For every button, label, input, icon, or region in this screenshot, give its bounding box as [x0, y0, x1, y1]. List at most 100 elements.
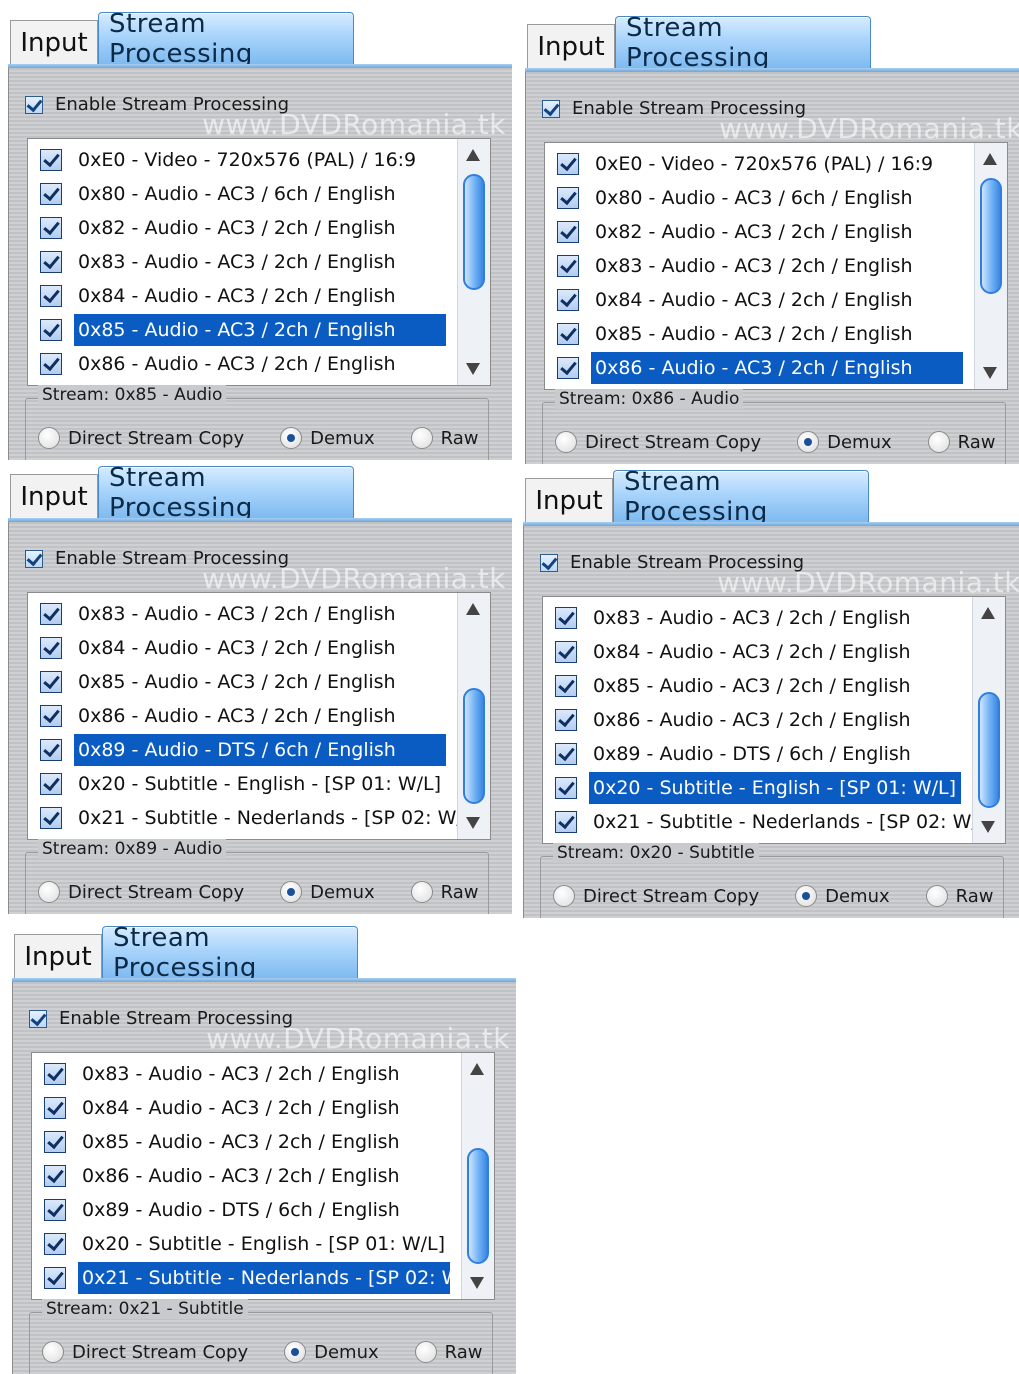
checkbox-checked-icon[interactable]: [557, 255, 579, 277]
checkbox-checked-icon[interactable]: [44, 1165, 66, 1187]
list-item[interactable]: 0x86 - Audio - AC3 / 2ch / English: [28, 699, 452, 733]
vertical-scrollbar[interactable]: [457, 593, 490, 839]
vertical-scrollbar[interactable]: [457, 139, 490, 385]
enable-stream-processing-checkbox[interactable]: Enable Stream Processing: [25, 548, 289, 569]
checkbox-checked-icon[interactable]: [557, 187, 579, 209]
tab-input[interactable]: Input: [525, 478, 613, 522]
list-item[interactable]: 0x86 - Audio - AC3 / 2ch / English: [32, 1159, 456, 1193]
list-item[interactable]: 0x84 - Audio - AC3 / 2ch / English: [32, 1091, 456, 1125]
list-item[interactable]: 0x80 - Audio - AC3 / 6ch / English: [28, 177, 452, 211]
list-item[interactable]: 0xE0 - Video - 720x576 (PAL) / 16:9: [28, 143, 452, 177]
checkbox-checked-icon[interactable]: [557, 153, 579, 175]
scrollbar-thumb[interactable]: [978, 692, 1000, 808]
checkbox-checked-icon[interactable]: [25, 549, 43, 568]
radio-raw[interactable]: [414, 1341, 437, 1363]
checkbox-checked-icon[interactable]: [40, 285, 62, 307]
tab-stream-processing[interactable]: Stream Processing: [102, 924, 358, 983]
vertical-scrollbar[interactable]: [974, 143, 1007, 389]
list-item[interactable]: 0xE0 - Video - 720x576 (PAL) / 16:9: [545, 147, 969, 181]
checkbox-checked-icon[interactable]: [555, 607, 577, 629]
checkbox-checked-icon[interactable]: [542, 99, 560, 118]
list-item[interactable]: 0x86 - Audio - AC3 / 2ch / English: [28, 347, 452, 381]
list-item[interactable]: 0x89 - Audio - DTS / 6ch / English: [543, 737, 967, 771]
checkbox-checked-icon[interactable]: [40, 807, 62, 829]
checkbox-checked-icon[interactable]: [44, 1233, 66, 1255]
radio-direct-stream-copy[interactable]: [553, 885, 575, 907]
scroll-up-arrow-icon[interactable]: [466, 149, 480, 161]
stream-list[interactable]: 0xE0 - Video - 720x576 (PAL) / 16:9 0x80…: [27, 138, 491, 386]
checkbox-checked-icon[interactable]: [555, 777, 577, 799]
scrollbar-thumb[interactable]: [463, 174, 485, 290]
checkbox-checked-icon[interactable]: [557, 221, 579, 243]
checkbox-checked-icon[interactable]: [44, 1199, 66, 1221]
scrollbar-thumb[interactable]: [463, 688, 485, 804]
scroll-up-arrow-icon[interactable]: [466, 603, 480, 615]
enable-stream-processing-checkbox[interactable]: Enable Stream Processing: [542, 98, 806, 119]
list-item[interactable]: 0x21 - Subtitle - Nederlands - [SP 02: W…: [543, 805, 996, 839]
list-item[interactable]: 0x82 - Audio - AC3 / 2ch / English: [28, 211, 452, 245]
checkbox-checked-icon[interactable]: [555, 709, 577, 731]
scroll-down-arrow-icon[interactable]: [981, 821, 995, 833]
list-item[interactable]: 0x80 - Audio - AC3 / 6ch / English: [545, 181, 969, 215]
tab-stream-processing[interactable]: Stream Processing: [613, 468, 869, 527]
list-item[interactable]: 0x21 - Subtitle - Nederlands - [SP 02: W…: [32, 1261, 485, 1295]
scroll-up-arrow-icon[interactable]: [470, 1063, 484, 1075]
checkbox-checked-icon[interactable]: [40, 183, 62, 205]
list-item[interactable]: 0x84 - Audio - AC3 / 2ch / English: [28, 279, 452, 313]
checkbox-checked-icon[interactable]: [40, 773, 62, 795]
checkbox-checked-icon[interactable]: [555, 811, 577, 833]
tab-stream-processing[interactable]: Stream Processing: [98, 10, 354, 69]
checkbox-checked-icon[interactable]: [557, 289, 579, 311]
radio-direct-stream-copy[interactable]: [555, 431, 577, 453]
radio-raw[interactable]: [410, 881, 433, 903]
scrollbar-thumb[interactable]: [467, 1148, 489, 1264]
list-item[interactable]: 0x20 - Subtitle - English - [SP 01: W/L]: [28, 767, 452, 801]
tab-stream-processing[interactable]: Stream Processing: [98, 464, 354, 523]
checkbox-checked-icon[interactable]: [40, 671, 62, 693]
checkbox-checked-icon[interactable]: [44, 1063, 66, 1085]
list-item[interactable]: 0x83 - Audio - AC3 / 2ch / English: [32, 1057, 456, 1091]
scroll-down-arrow-icon[interactable]: [466, 363, 480, 375]
enable-stream-processing-checkbox[interactable]: Enable Stream Processing: [540, 552, 804, 573]
radio-raw[interactable]: [927, 431, 950, 453]
tab-input[interactable]: Input: [10, 20, 98, 64]
stream-list[interactable]: 0xE0 - Video - 720x576 (PAL) / 16:9 0x80…: [544, 142, 1008, 390]
checkbox-checked-icon[interactable]: [40, 603, 62, 625]
checkbox-checked-icon[interactable]: [40, 251, 62, 273]
checkbox-checked-icon[interactable]: [555, 641, 577, 663]
checkbox-checked-icon[interactable]: [540, 553, 558, 572]
stream-list[interactable]: 0x83 - Audio - AC3 / 2ch / English 0x84 …: [542, 596, 1006, 844]
tab-input[interactable]: Input: [527, 24, 615, 68]
list-item[interactable]: 0x89 - Audio - DTS / 6ch / English: [32, 1193, 456, 1227]
scrollbar-thumb[interactable]: [980, 178, 1002, 294]
list-item[interactable]: 0x85 - Audio - AC3 / 2ch / English: [28, 313, 452, 347]
checkbox-checked-icon[interactable]: [25, 95, 43, 114]
tab-input[interactable]: Input: [14, 934, 102, 978]
enable-stream-processing-checkbox[interactable]: Enable Stream Processing: [29, 1008, 293, 1029]
scroll-up-arrow-icon[interactable]: [981, 607, 995, 619]
vertical-scrollbar[interactable]: [461, 1053, 494, 1299]
list-item[interactable]: 0x21 - Subtitle - Nederlands - [SP 02: W…: [28, 801, 481, 835]
radio-demux[interactable]: [280, 881, 303, 903]
list-item[interactable]: 0x85 - Audio - AC3 / 2ch / English: [543, 669, 967, 703]
stream-list[interactable]: 0x83 - Audio - AC3 / 2ch / English 0x84 …: [31, 1052, 495, 1300]
checkbox-checked-icon[interactable]: [557, 323, 579, 345]
scroll-down-arrow-icon[interactable]: [466, 817, 480, 829]
radio-demux[interactable]: [795, 885, 818, 907]
list-item[interactable]: 0x84 - Audio - AC3 / 2ch / English: [543, 635, 967, 669]
radio-raw[interactable]: [410, 427, 433, 449]
list-item[interactable]: 0x83 - Audio - AC3 / 2ch / English: [543, 601, 967, 635]
list-item[interactable]: 0x84 - Audio - AC3 / 2ch / English: [545, 283, 969, 317]
radio-direct-stream-copy[interactable]: [38, 881, 60, 903]
vertical-scrollbar[interactable]: [972, 597, 1005, 843]
radio-raw[interactable]: [925, 885, 948, 907]
list-item[interactable]: 0x86 - Audio - AC3 / 2ch / English: [545, 351, 969, 385]
tab-input[interactable]: Input: [10, 474, 98, 518]
list-item[interactable]: 0x85 - Audio - AC3 / 2ch / English: [545, 317, 969, 351]
checkbox-checked-icon[interactable]: [40, 739, 62, 761]
checkbox-checked-icon[interactable]: [44, 1097, 66, 1119]
radio-direct-stream-copy[interactable]: [38, 427, 60, 449]
tab-stream-processing[interactable]: Stream Processing: [615, 14, 871, 73]
list-item[interactable]: 0x83 - Audio - AC3 / 2ch / English: [28, 245, 452, 279]
list-item[interactable]: 0x86 - Audio - AC3 / 2ch / English: [543, 703, 967, 737]
